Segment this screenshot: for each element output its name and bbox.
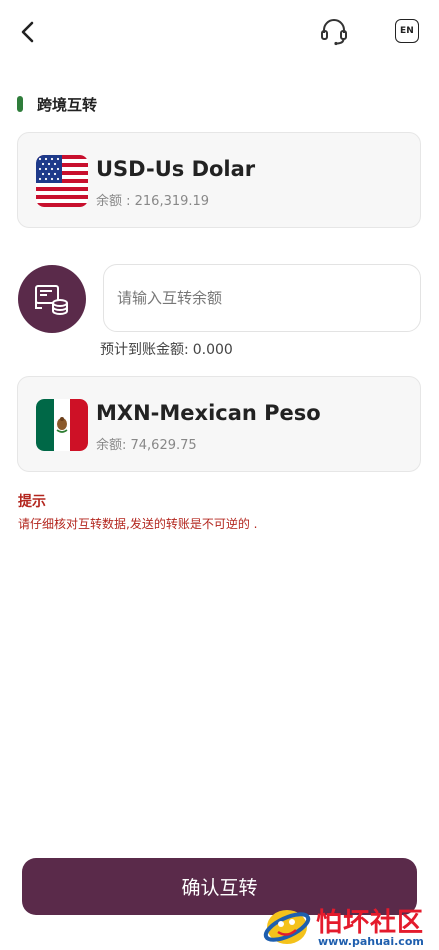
language-switch-button[interactable]: EN	[395, 19, 419, 43]
section-accent-bar	[17, 96, 23, 112]
expected-amount: 预计到账金额: 0.000	[100, 339, 233, 359]
mexico-flag-icon	[36, 399, 88, 451]
from-currency-card[interactable]: USD-Us Dolar 余额 : 216,319.19	[17, 132, 421, 228]
swap-currency-button[interactable]	[18, 265, 86, 333]
top-bar: EN	[0, 0, 439, 64]
watermark-url: www.pahuai.com	[318, 935, 424, 948]
expected-amount-value: 0.000	[192, 342, 233, 358]
watermark: 怕坏社区 www.pahuai.com	[262, 902, 432, 948]
from-currency-name: USD-Us Dolar	[96, 157, 256, 181]
notice-title: 提示	[18, 494, 46, 510]
us-flag-icon	[36, 155, 88, 207]
to-currency-card[interactable]: MXN-Mexican Peso 余额: 74,629.75	[17, 376, 421, 472]
notice-text: 请仔细核对互转数据,发送的转账是不可逆的 .	[18, 517, 258, 531]
exchange-coins-icon	[35, 285, 68, 316]
to-currency-name: MXN-Mexican Peso	[96, 401, 321, 425]
headset-icon[interactable]	[318, 16, 350, 48]
to-currency-balance: 余额: 74,629.75	[96, 438, 197, 453]
watermark-title: 怕坏社区	[316, 908, 425, 938]
back-chevron-icon[interactable]	[14, 18, 42, 46]
transfer-amount-input[interactable]	[103, 264, 421, 332]
expected-amount-label: 预计到账金额:	[100, 342, 189, 358]
watermark-logo-icon	[263, 910, 311, 944]
section-title-text: 跨境互转	[37, 95, 98, 114]
from-currency-balance: 余额 : 216,319.19	[96, 194, 210, 209]
section-title: 跨境互转	[17, 92, 97, 116]
